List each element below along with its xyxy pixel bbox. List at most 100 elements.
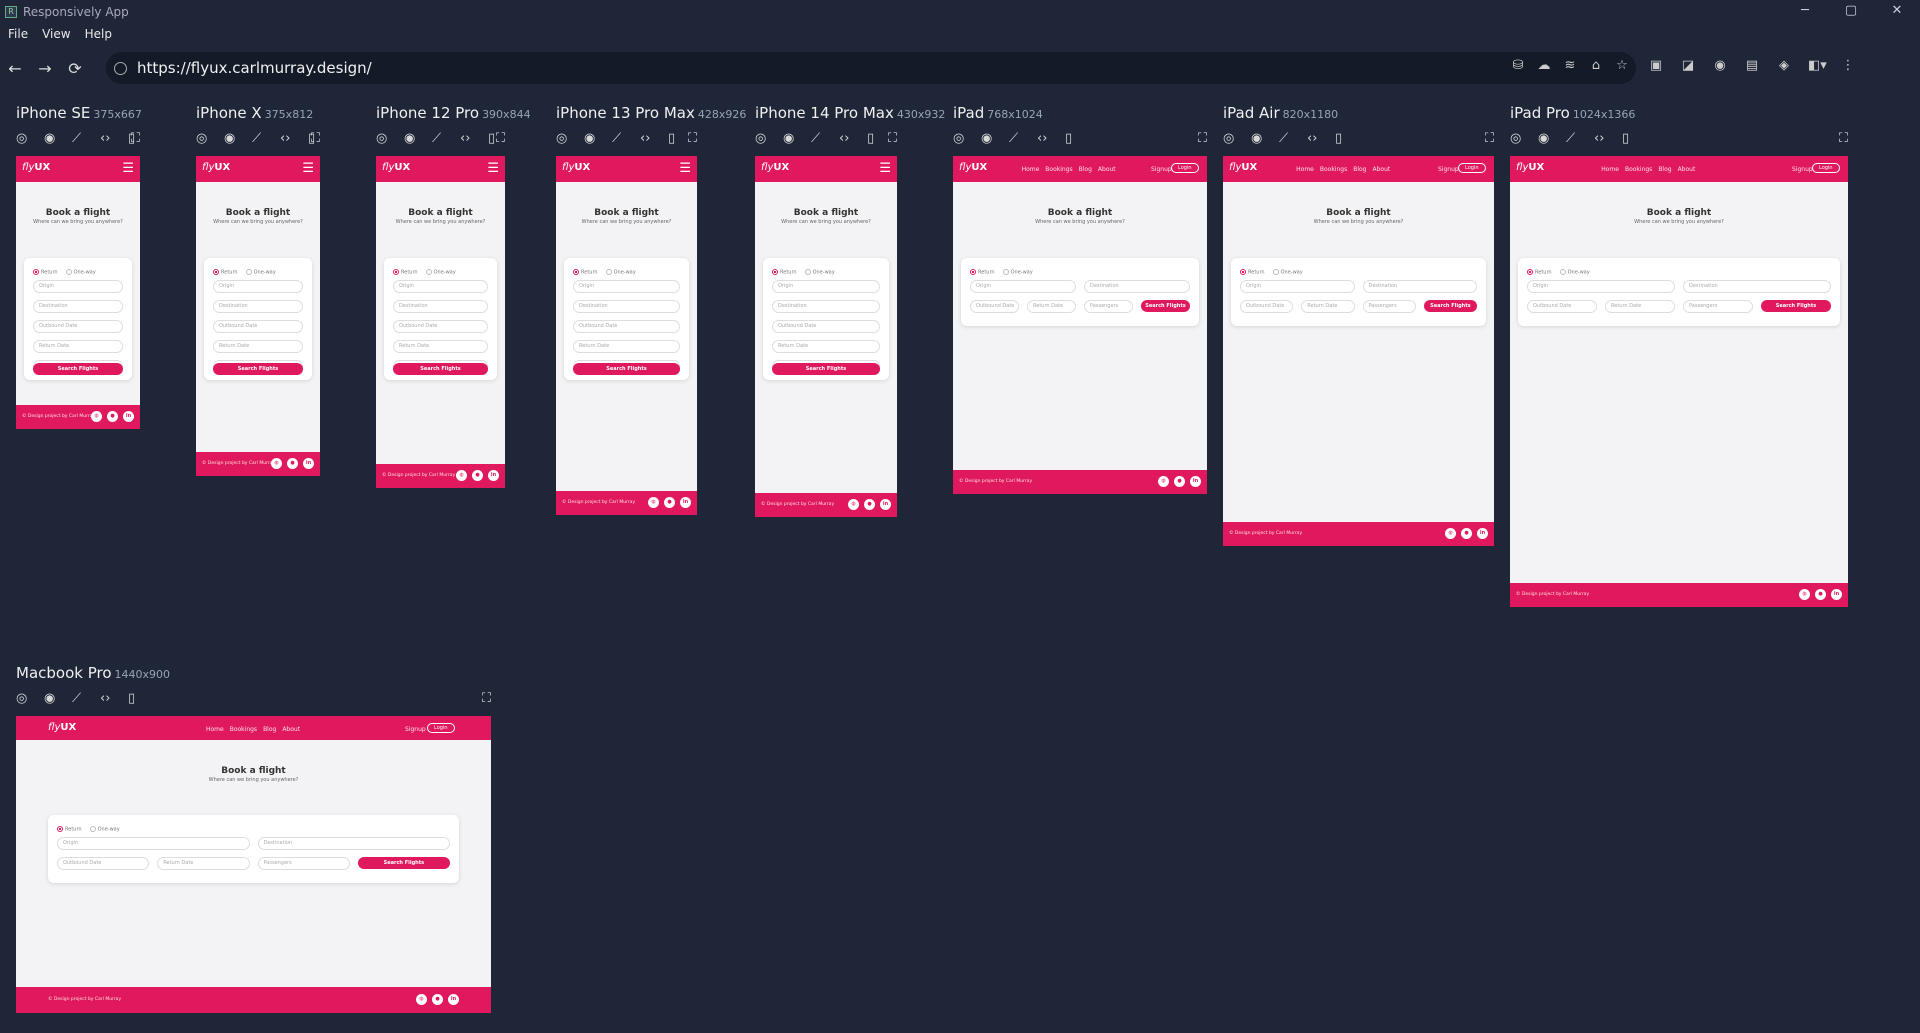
return-radio[interactable]: Return	[57, 826, 82, 833]
screenshot-full-icon[interactable]: ◎	[196, 131, 207, 146]
return-date-input[interactable]: Return Date	[213, 340, 303, 353]
destination-input[interactable]: Destination	[1362, 280, 1477, 293]
outbound-date-input[interactable]: Outbound Date	[772, 320, 880, 333]
fullscreen-icon[interactable]: ⛶	[482, 691, 491, 706]
github-icon[interactable]: ●	[432, 994, 443, 1005]
linkedin-icon[interactable]: in	[680, 497, 691, 508]
code-icon[interactable]: ‹›	[1037, 131, 1047, 146]
oneway-radio[interactable]: One-way	[804, 269, 835, 276]
camera-icon[interactable]: ◉	[783, 131, 794, 146]
outbound-date-input[interactable]: Outbound Date	[1240, 300, 1294, 313]
return-radio[interactable]: Return	[213, 269, 238, 276]
linkedin-icon[interactable]: in	[1831, 589, 1842, 600]
search-flights-button[interactable]: Search Flights	[33, 363, 123, 375]
passengers-select[interactable]: Passengers	[1362, 300, 1416, 313]
device-screen[interactable]: flyUX ☰ Book a flight Where can we bring yo…	[755, 156, 897, 517]
login-button[interactable]: Login	[1812, 163, 1840, 173]
github-icon[interactable]: ●	[864, 499, 875, 510]
return-date-input[interactable]: Return Date	[393, 340, 488, 353]
nav-link[interactable]: Bookings	[230, 726, 257, 733]
screenshot-full-icon[interactable]: ◎	[953, 131, 964, 146]
destination-input[interactable]: Destination	[1084, 280, 1190, 293]
dribbble-icon[interactable]: ◍	[1158, 476, 1169, 487]
destination-input[interactable]: Destination	[213, 300, 303, 313]
screenshot-full-icon[interactable]: ◎	[1510, 131, 1521, 146]
device-screen[interactable]: flyUX Home Bookings Blog About Signup Login Boo…	[16, 716, 491, 1013]
site-logo[interactable]: flyUX	[382, 162, 410, 173]
search-flights-button[interactable]: Search Flights	[772, 363, 880, 375]
hamburger-menu-icon[interactable]: ☰	[879, 161, 891, 176]
fullscreen-icon[interactable]: ⛶	[688, 131, 697, 146]
oneway-radio[interactable]: One-way	[425, 269, 456, 276]
signup-link[interactable]: Signup	[1792, 166, 1813, 173]
camera-icon[interactable]: ◉	[1538, 131, 1549, 146]
code-icon[interactable]: ‹›	[640, 131, 650, 146]
return-radio[interactable]: Return	[573, 269, 598, 276]
destination-input[interactable]: Destination	[772, 300, 880, 313]
fullscreen-icon[interactable]: ⛶	[496, 131, 505, 146]
site-logo[interactable]: flyUX	[1229, 162, 1257, 173]
search-flights-button[interactable]: Search Flights	[357, 857, 450, 869]
nav-link[interactable]: Blog	[1079, 166, 1092, 173]
fullscreen-icon[interactable]: ⛶	[1198, 131, 1207, 146]
linkedin-icon[interactable]: in	[123, 411, 134, 422]
nav-link[interactable]: Bookings	[1625, 166, 1652, 173]
destination-input[interactable]: Destination	[573, 300, 680, 313]
more-menu-icon[interactable]: ⋮	[1840, 58, 1856, 73]
destination-input[interactable]: Destination	[393, 300, 488, 313]
preview-layout-icon[interactable]: ▣	[1648, 58, 1664, 73]
dribbble-icon[interactable]: ◍	[271, 458, 282, 469]
return-radio[interactable]: Return	[1240, 269, 1265, 276]
origin-input[interactable]: Origin	[57, 837, 250, 850]
github-icon[interactable]: ●	[287, 458, 298, 469]
github-icon[interactable]: ●	[472, 470, 483, 481]
origin-input[interactable]: Origin	[772, 280, 880, 293]
origin-input[interactable]: Origin	[573, 280, 680, 293]
site-logo[interactable]: flyUX	[48, 722, 76, 733]
outbound-date-input[interactable]: Outbound Date	[393, 320, 488, 333]
back-arrow-icon[interactable]: ←	[0, 59, 30, 78]
layers-icon[interactable]: ◈	[1776, 58, 1792, 73]
rotate-icon[interactable]: ▯	[1065, 131, 1072, 146]
devtools-pick-icon[interactable]: ⟋	[432, 131, 441, 146]
outbound-date-input[interactable]: Outbound Date	[573, 320, 680, 333]
oneway-radio[interactable]: One-way	[65, 269, 96, 276]
fullscreen-icon[interactable]: ⛶	[131, 131, 140, 146]
linkedin-icon[interactable]: in	[1477, 528, 1488, 539]
nav-link[interactable]: Home	[206, 726, 224, 733]
minimize-icon[interactable]: ─	[1782, 0, 1828, 24]
close-icon[interactable]: ✕	[1874, 0, 1920, 24]
fullscreen-icon[interactable]: ⛶	[311, 131, 320, 146]
dribbble-icon[interactable]: ◍	[91, 411, 102, 422]
return-date-input[interactable]: Return Date	[1027, 300, 1076, 313]
linkedin-icon[interactable]: in	[1190, 476, 1201, 487]
network-icon[interactable]: ≋	[1562, 58, 1578, 73]
linkedin-icon[interactable]: in	[488, 470, 499, 481]
nav-link[interactable]: Bookings	[1045, 166, 1072, 173]
devtools-pick-icon[interactable]: ⟋	[252, 131, 261, 146]
login-button[interactable]: Login	[1458, 163, 1486, 173]
origin-input[interactable]: Origin	[970, 280, 1076, 293]
origin-input[interactable]: Origin	[213, 280, 303, 293]
origin-input[interactable]: Origin	[393, 280, 488, 293]
site-logo[interactable]: flyUX	[1516, 162, 1544, 173]
forward-arrow-icon[interactable]: →	[30, 59, 60, 78]
nav-link[interactable]: Home	[1022, 166, 1040, 173]
nav-link[interactable]: About	[1372, 166, 1390, 173]
search-flights-button[interactable]: Search Flights	[213, 363, 303, 375]
devtools-icon[interactable]: ▤	[1744, 58, 1760, 73]
nav-link[interactable]: Bookings	[1320, 166, 1347, 173]
site-logo[interactable]: flyUX	[761, 162, 789, 173]
outbound-date-input[interactable]: Outbound Date	[57, 857, 150, 870]
signup-link[interactable]: Signup	[405, 726, 426, 733]
destination-input[interactable]: Destination	[1683, 280, 1831, 293]
return-radio[interactable]: Return	[33, 269, 58, 276]
devtools-pick-icon[interactable]: ⟋	[811, 131, 820, 146]
code-icon[interactable]: ‹›	[280, 131, 290, 146]
signup-link[interactable]: Signup	[1438, 166, 1459, 173]
dribbble-icon[interactable]: ◍	[416, 994, 427, 1005]
device-screen[interactable]: flyUX ☰ Book a flight Where can we bring yo…	[376, 156, 505, 488]
nav-link[interactable]: Blog	[263, 726, 276, 733]
devtools-pick-icon[interactable]: ⟋	[1009, 131, 1018, 146]
devtools-pick-icon[interactable]: ⟋	[1566, 131, 1575, 146]
